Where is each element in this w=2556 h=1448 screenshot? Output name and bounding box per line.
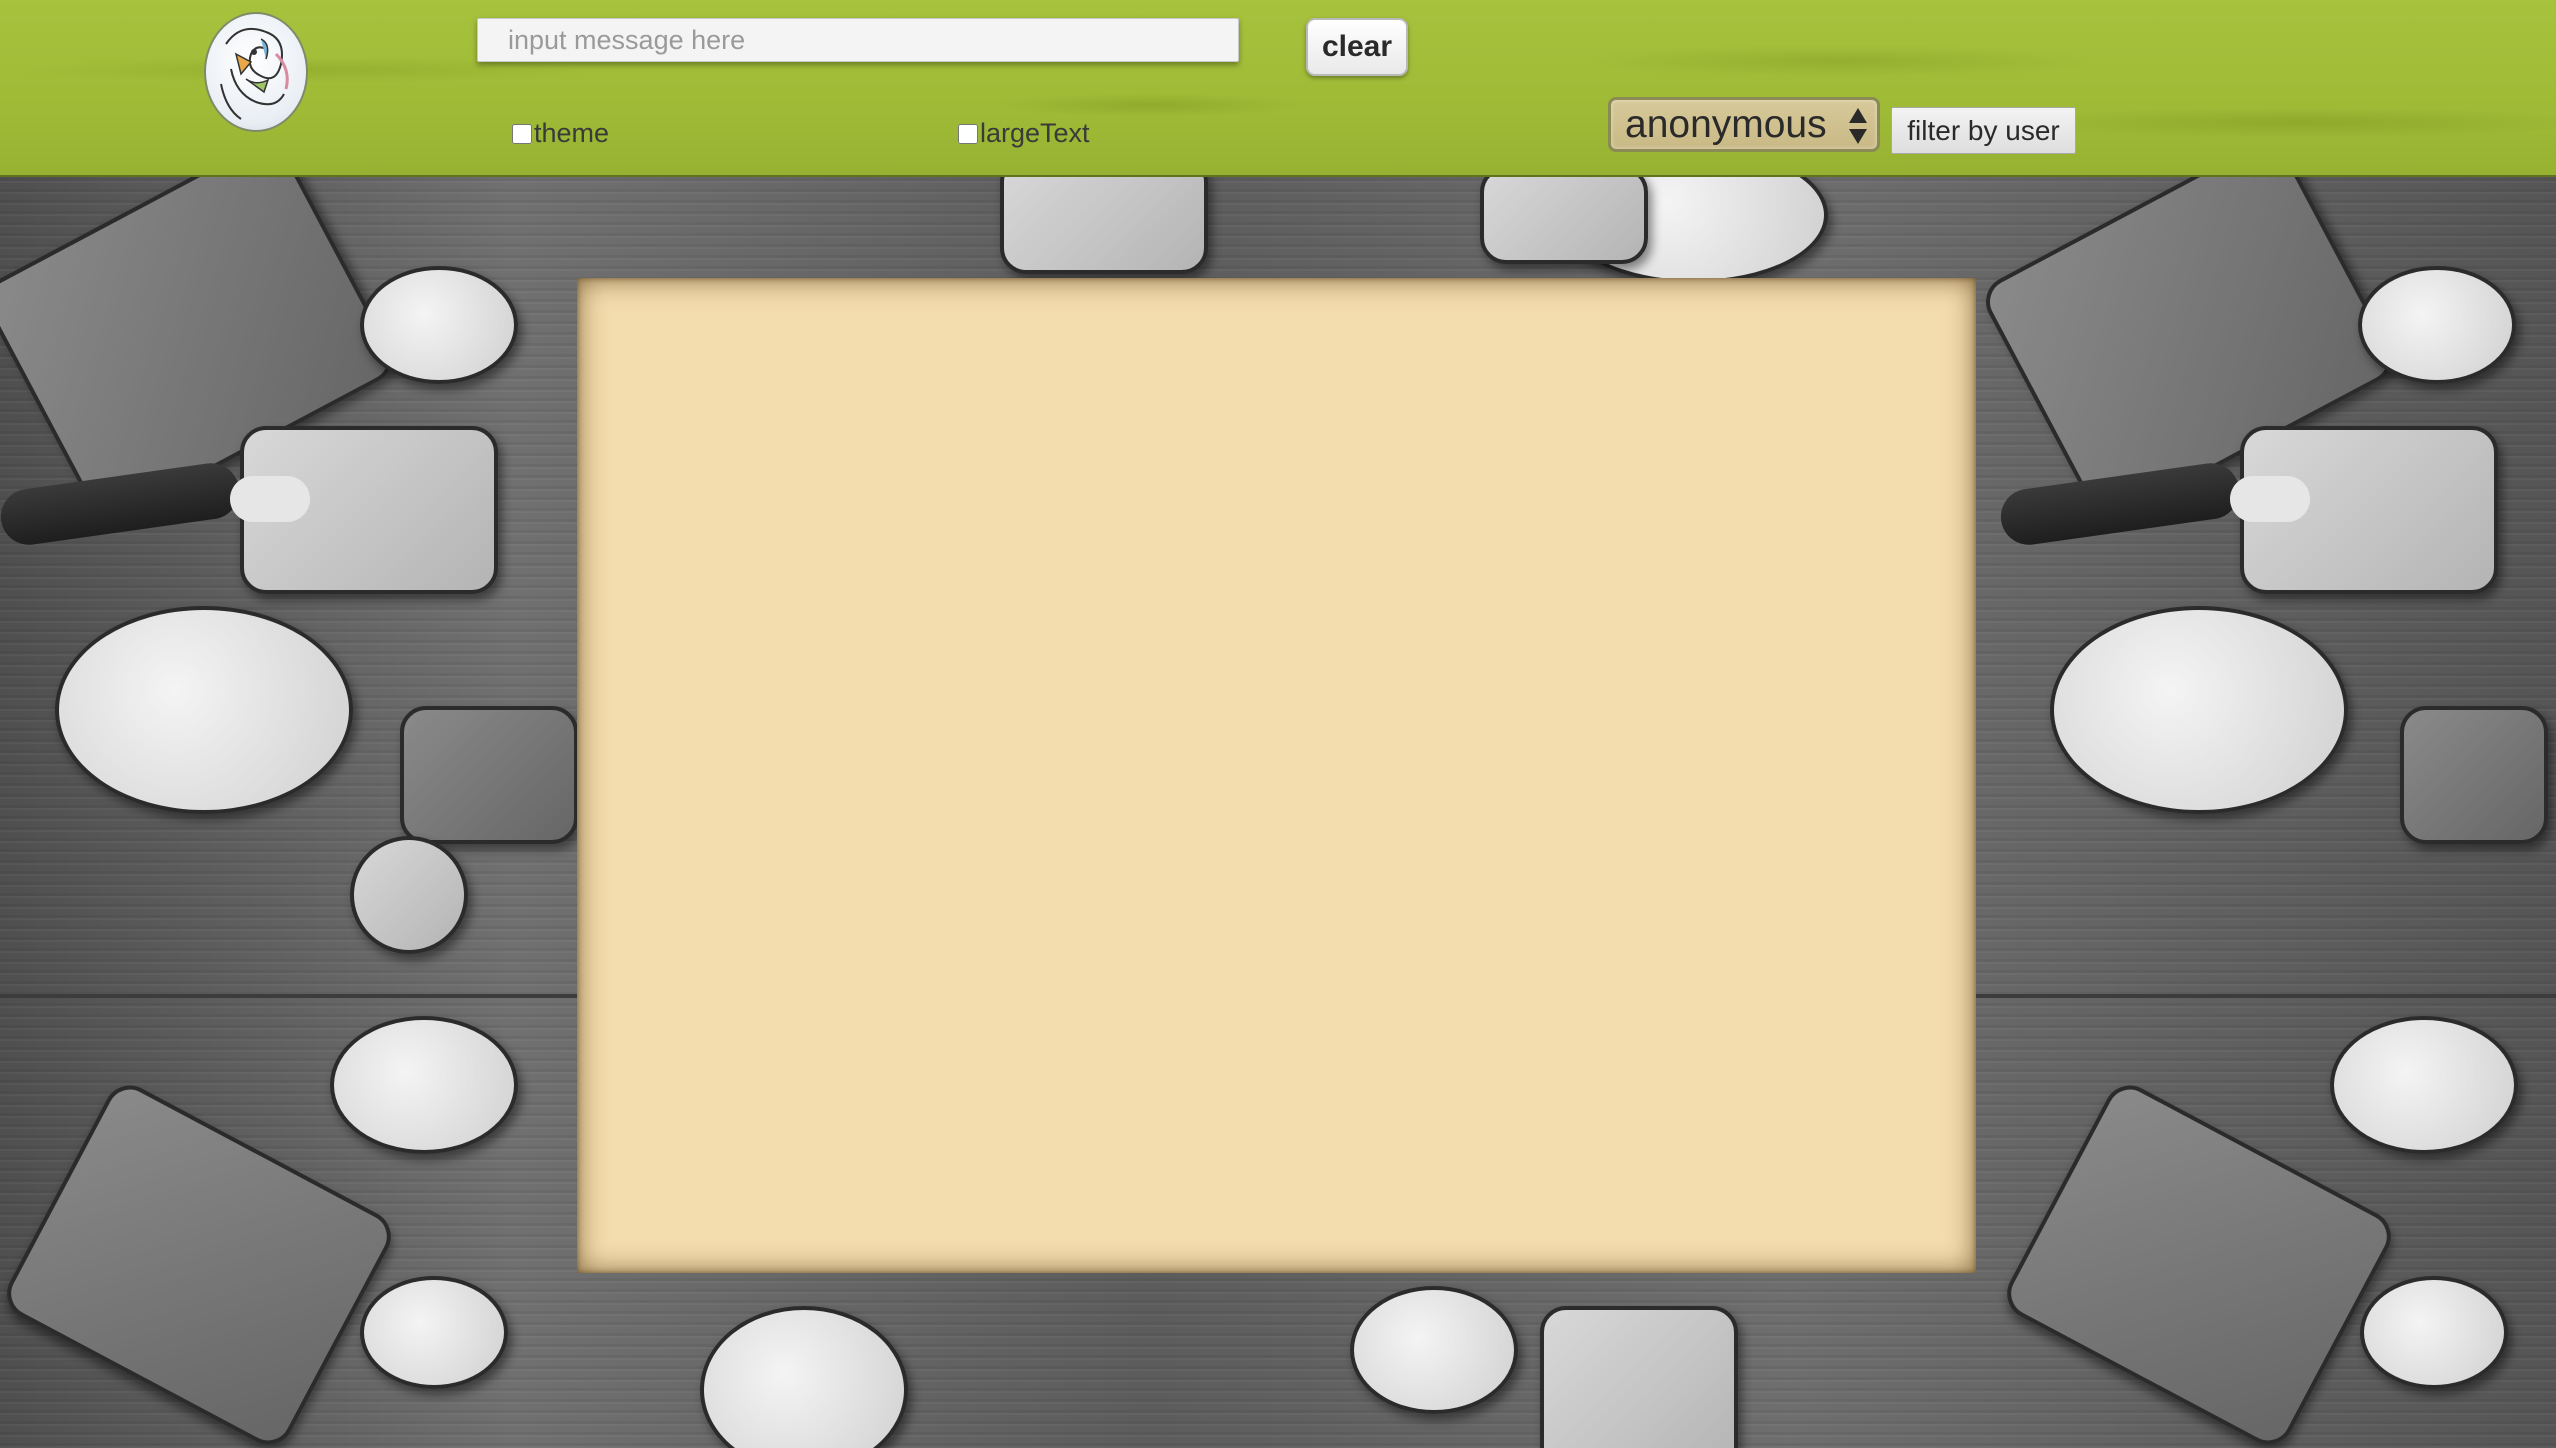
speech-bubble-icon xyxy=(2050,606,2348,814)
theme-label: theme xyxy=(534,118,610,148)
speech-bubble-icon xyxy=(2330,1016,2518,1154)
message-input[interactable] xyxy=(477,18,1239,62)
speech-bubble-icon xyxy=(330,1016,518,1154)
speech-bubble-icon xyxy=(1350,1286,1518,1414)
speech-bubble-icon xyxy=(1540,1306,1738,1448)
speech-bubble-icon xyxy=(1000,176,1208,274)
user-select[interactable]: anonymous xyxy=(1608,97,1880,152)
select-updown-arrows-icon xyxy=(1849,108,1867,144)
theme-checkbox[interactable] xyxy=(512,123,532,144)
speech-bubble-icon xyxy=(0,1076,400,1448)
large-text-label: largeText xyxy=(980,118,1090,148)
speech-bubble-icon xyxy=(2358,266,2516,384)
hand-figure xyxy=(2230,476,2310,522)
speech-bubble-icon xyxy=(350,836,468,954)
speech-bubble-icon xyxy=(360,1276,508,1389)
large-text-toggle[interactable]: largeText xyxy=(958,118,1090,149)
filter-by-user-button[interactable]: filter by user xyxy=(1891,107,2076,154)
speech-bubble-icon xyxy=(2360,1276,2508,1389)
abstract-face-logo-icon xyxy=(204,12,308,132)
clear-button[interactable]: clear xyxy=(1306,18,1408,76)
large-text-checkbox[interactable] xyxy=(958,123,978,144)
speech-bubble-icon xyxy=(55,606,353,814)
speech-bubble-icon xyxy=(400,706,578,844)
header-bar: clear theme largeText anonymous filter b… xyxy=(0,0,2556,177)
speech-bubble-icon xyxy=(2400,706,2548,844)
speech-bubble-icon xyxy=(700,1306,908,1448)
message-panel xyxy=(577,278,1976,1273)
header-texture xyxy=(0,0,2556,175)
speech-bubble-icon xyxy=(1998,1076,2400,1448)
speech-bubble-icon xyxy=(360,266,518,384)
theme-toggle[interactable]: theme xyxy=(512,118,609,149)
user-select-value: anonymous xyxy=(1625,102,1827,146)
speech-bubble-icon xyxy=(1480,176,1648,264)
hand-figure xyxy=(230,476,310,522)
